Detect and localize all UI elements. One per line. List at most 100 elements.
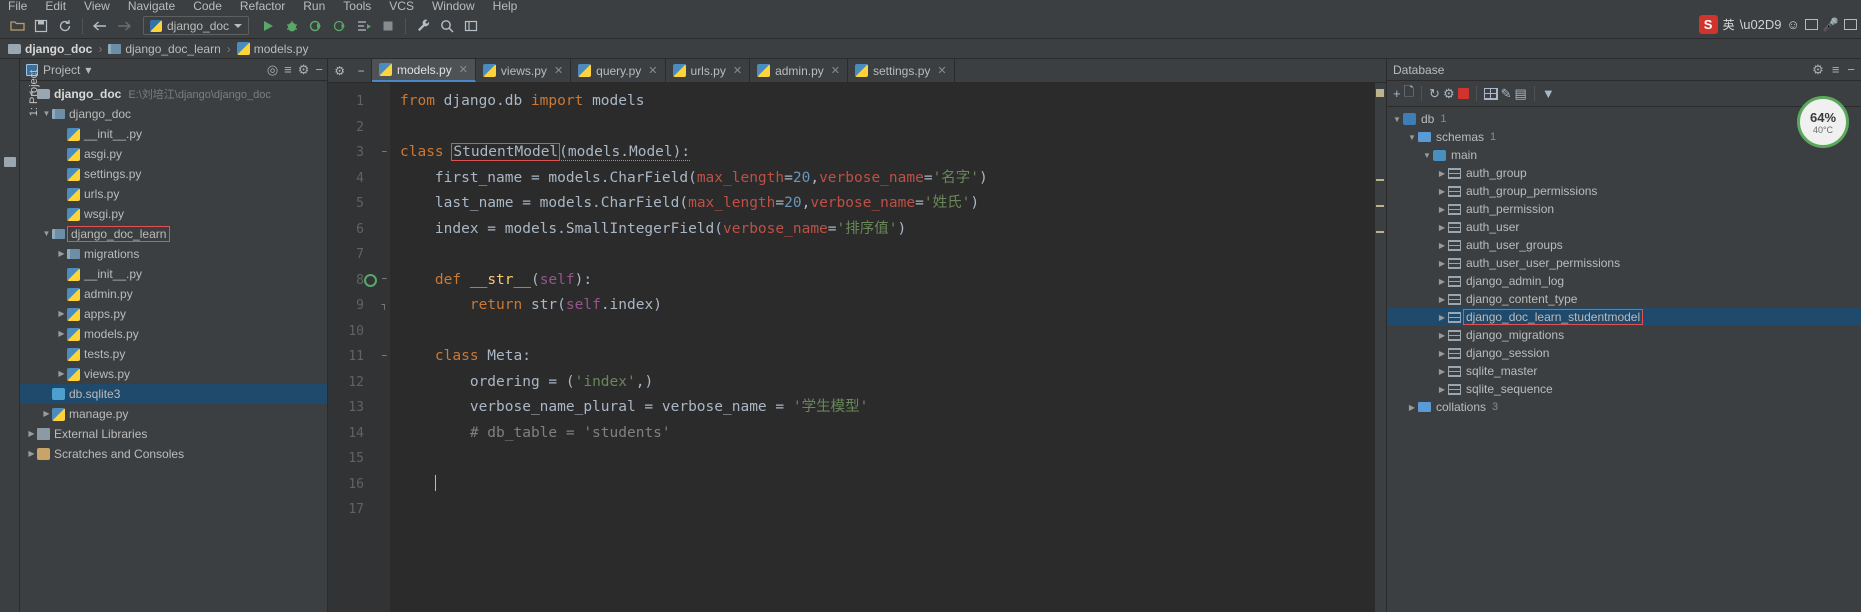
database-tree-item[interactable]: ▼ db 1 [1387,110,1861,128]
expand-arrow-icon[interactable]: ▶ [1436,223,1448,232]
expand-arrow-icon[interactable]: ▶ [1406,403,1418,412]
breadcrumb-item-file[interactable]: models.py [236,42,308,56]
stop-icon[interactable] [1457,88,1469,99]
tree-item[interactable]: ▶ models.py [20,324,327,344]
expand-arrow-icon[interactable]: ▼ [41,104,52,124]
wrench-icon[interactable] [412,15,434,37]
menu-item-vcs[interactable]: VCS [389,0,414,13]
close-icon[interactable]: ✕ [831,64,840,77]
code-line[interactable]: class Meta: [390,344,1386,370]
code-line[interactable]: class StudentModel(models.Model): [390,140,1386,166]
code-line[interactable] [390,497,1386,523]
expand-arrow-icon[interactable]: ▶ [26,424,37,444]
refresh-icon[interactable]: ↻ [1429,86,1440,102]
code-line[interactable]: from django.db import models [390,89,1386,115]
tree-item[interactable]: admin.py [20,284,327,304]
menu-item-edit[interactable]: Edit [45,0,66,13]
expand-arrow-icon[interactable]: ▶ [1436,277,1448,286]
settings-icon[interactable]: ⚙ [334,64,345,78]
tree-item[interactable]: wsgi.py [20,204,327,224]
expand-arrow-icon[interactable]: ▶ [56,304,67,324]
code-fold-icon[interactable]: − [378,352,387,361]
close-icon[interactable]: ✕ [733,64,742,77]
editor-tab[interactable]: admin.py ✕ [750,59,848,82]
expand-arrow-icon[interactable]: ▶ [1436,187,1448,196]
tree-item[interactable]: tests.py [20,344,327,364]
tree-item[interactable]: ▶ manage.py [20,404,327,424]
collapse-all-icon[interactable]: ≡ [284,63,292,76]
console-icon[interactable]: ▤ [1515,86,1527,102]
expand-arrow-icon[interactable]: ▶ [1436,205,1448,214]
database-tree-item[interactable]: ▶ django_content_type [1387,290,1861,308]
database-tree-item[interactable]: ▶ django_doc_learn_studentmodel [1387,308,1861,326]
close-icon[interactable]: ✕ [937,64,946,77]
code-fold-icon[interactable]: − [378,275,387,285]
editor-tab[interactable]: settings.py ✕ [848,59,955,82]
database-tree-item[interactable]: ▶ django_session [1387,344,1861,362]
editor-tab[interactable]: models.py ✕ [372,59,476,82]
tree-item[interactable]: urls.py [20,184,327,204]
editor-tab[interactable]: views.py ✕ [475,59,572,82]
sogou-icon[interactable]: S [1698,15,1718,34]
database-tree-item[interactable]: ▼ schemas 1 [1387,128,1861,146]
menu-item-window[interactable]: Window [432,0,475,13]
menu-item-help[interactable]: Help [493,0,518,13]
database-tree[interactable]: ▼ db 1 ▼ schemas 1 ▼ main ▶ auth_group ▶ auth_group… [1387,107,1861,612]
database-tree-item[interactable]: ▶ auth_user_user_permissions [1387,254,1861,272]
menu-item-run[interactable]: Run [303,0,325,13]
project-tree[interactable]: ▼ django_doc E:\刘培江\django\django_doc ▼ djan… [20,81,327,612]
tree-item[interactable]: ▼ django_doc E:\刘培江\django\django_doc [20,84,327,104]
editor-tab[interactable]: query.py ✕ [571,59,666,82]
menu-item-view[interactable]: View [84,0,110,13]
tree-item[interactable]: ▼ django_doc_learn [20,224,327,244]
database-tree-item[interactable]: ▶ django_admin_log [1387,272,1861,290]
open-folder-icon[interactable] [6,15,28,37]
close-icon[interactable]: ✕ [648,64,657,77]
collapse-icon[interactable]: ≡ [1832,63,1840,76]
tree-item[interactable]: ▶ migrations [20,244,327,264]
tree-item[interactable]: asgi.py [20,144,327,164]
run-gutter-icon[interactable] [364,273,377,287]
expand-arrow-icon[interactable]: ▶ [56,324,67,344]
code-line[interactable]: verbose_name_plural = verbose_name = '学生… [390,395,1386,421]
lang-label[interactable]: 英 [1723,16,1735,33]
profile-icon[interactable] [329,15,351,37]
line-number-gutter[interactable]: 1 2 3−4 5 6 7 8−9 ┐ 10 11−12 13 14 15 16 17 [328,83,390,612]
code-line[interactable]: return str(self.index) [390,293,1386,319]
database-tree-item[interactable]: ▶ auth_permission [1387,200,1861,218]
expand-arrow-icon[interactable]: ▼ [1421,151,1433,160]
hide-icon[interactable]: − [1847,63,1855,76]
tree-item[interactable]: ▶ apps.py [20,304,327,324]
menu-item-code[interactable]: Code [193,0,222,13]
run-icon[interactable] [257,15,279,37]
expand-arrow-icon[interactable]: ▼ [1406,133,1418,142]
code-line[interactable] [390,319,1386,345]
tree-item[interactable]: __init__.py [20,264,327,284]
close-icon[interactable]: ✕ [459,63,468,76]
run-coverage-icon[interactable] [305,15,327,37]
filter-icon[interactable]: ▼ [1542,86,1555,101]
code-line[interactable]: # db_table = 'students' [390,421,1386,447]
database-tree-item[interactable]: ▶ auth_group [1387,164,1861,182]
structure-icon[interactable] [4,157,16,167]
expand-arrow-icon[interactable]: ▼ [41,224,52,244]
minimize-icon[interactable]: − [358,64,365,78]
tree-item[interactable]: settings.py [20,164,327,184]
sync-icon[interactable] [54,15,76,37]
run-with-console-icon[interactable] [353,15,375,37]
database-tree-item[interactable]: ▼ main [1387,146,1861,164]
close-icon[interactable]: ✕ [554,64,563,77]
settings-icon[interactable]: ⚙ [1812,63,1824,76]
menu-item-navigate[interactable]: Navigate [128,0,175,13]
back-arrow-icon[interactable] [89,15,111,37]
code-fold-icon[interactable]: ┐ [378,301,387,310]
cpu-temp-gauge[interactable]: 64% 40°C [1797,96,1849,148]
image-icon[interactable] [1804,19,1818,30]
expand-arrow-icon[interactable]: ▶ [1436,385,1448,394]
expand-arrow-icon[interactable]: ▶ [1436,259,1448,268]
expand-arrow-icon[interactable]: ▶ [1436,313,1448,322]
database-tree-item[interactable]: ▶ sqlite_master [1387,362,1861,380]
code-line[interactable] [390,242,1386,268]
code-line[interactable]: last_name = models.CharField(max_length=… [390,191,1386,217]
tree-item[interactable]: ▼ django_doc [20,104,327,124]
